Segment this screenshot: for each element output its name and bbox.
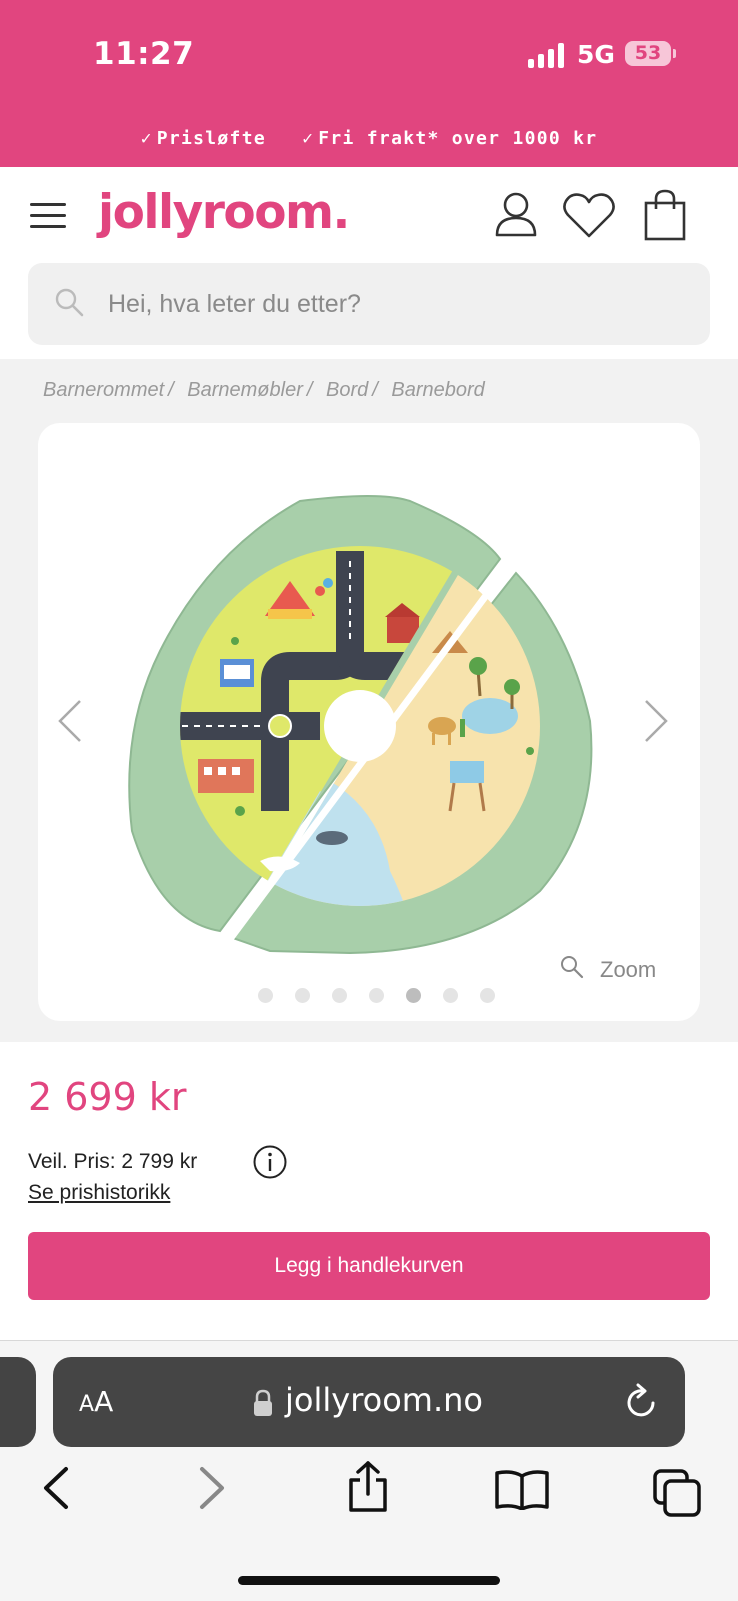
breadcrumb-separator: / [168, 379, 174, 401]
breadcrumb-separator: / [372, 379, 378, 401]
account-icon[interactable] [494, 191, 538, 237]
share-icon[interactable] [346, 1460, 390, 1514]
cart-bag-icon[interactable] [644, 189, 686, 241]
top-banner: 11:27 5G 53 ✓ Prisløfte ✓ Fri frakt* over … [0, 0, 738, 167]
logo[interactable]: jollyroom. [98, 185, 350, 240]
text-size-button[interactable]: AA [79, 1385, 113, 1418]
menu-icon[interactable] [30, 201, 68, 229]
carousel-dot[interactable] [332, 988, 347, 1003]
zoom-icon [561, 956, 584, 979]
network-type: 5G [577, 40, 615, 69]
breadcrumb-item[interactable]: Barnerommet [43, 379, 164, 401]
home-indicator [238, 1576, 500, 1585]
heart-icon[interactable] [562, 193, 616, 239]
url-text: jollyroom.no [285, 1381, 483, 1419]
recommended-price: Veil. Pris: 2 799 kr [28, 1150, 198, 1173]
reload-icon[interactable] [623, 1383, 659, 1421]
battery-tip [673, 49, 676, 58]
carousel-dot-active[interactable] [406, 988, 421, 1003]
status-time: 11:27 [93, 36, 195, 72]
product-image[interactable] [120, 491, 620, 961]
image-carousel: Zoom [38, 423, 700, 1021]
battery-icon: 53 [625, 41, 671, 66]
tabs-icon[interactable] [652, 1468, 702, 1518]
carousel-dot[interactable] [443, 988, 458, 1003]
add-to-cart-button[interactable]: Legg i handlekurven [28, 1232, 710, 1300]
carousel-dot[interactable] [295, 988, 310, 1003]
back-icon[interactable] [40, 1466, 70, 1510]
forward-icon[interactable] [198, 1466, 228, 1510]
checkmark-icon: ✓ [140, 128, 153, 149]
promo-text: Prisløfte [156, 128, 266, 149]
text-size-large: A [94, 1385, 114, 1418]
site-header: jollyroom. [0, 167, 738, 359]
search-icon [55, 288, 84, 317]
carousel-dot[interactable] [480, 988, 495, 1003]
promo-bar: ✓ Prisløfte ✓ Fri frakt* over 1000 kr [0, 128, 738, 149]
previous-tab[interactable] [0, 1357, 36, 1447]
breadcrumb-item[interactable]: Barnebord [391, 379, 484, 401]
breadcrumb-item[interactable]: Barnemøbler [187, 379, 303, 401]
promo-item-free-shipping: ✓ Fri frakt* over 1000 kr [302, 128, 597, 149]
breadcrumb: Barnerommet / Barnemøbler / Bord / Barnebor… [43, 379, 485, 402]
price-history-link[interactable]: Se prishistorikk [28, 1181, 170, 1205]
search-input[interactable] [108, 263, 668, 345]
text-size-small: A [79, 1392, 95, 1417]
product-price: 2 699 kr [28, 1075, 187, 1119]
breadcrumb-separator: / [306, 379, 313, 401]
address-bar[interactable]: AA jollyroom.no [53, 1357, 685, 1447]
promo-text: Fri frakt* over 1000 kr [318, 128, 598, 149]
carousel-dot[interactable] [369, 988, 384, 1003]
promo-item-price-promise: ✓ Prisløfte [141, 128, 266, 149]
lock-icon [254, 1389, 272, 1416]
bookmarks-icon[interactable] [494, 1470, 550, 1510]
breadcrumb-item[interactable]: Bord [326, 379, 368, 401]
checkmark-icon: ✓ [302, 128, 315, 149]
info-icon[interactable] [252, 1144, 288, 1180]
chevron-right-icon[interactable] [642, 699, 670, 743]
signal-icon [528, 42, 566, 68]
product-gallery-section: Barnerommet / Barnemøbler / Bord / Barnebor… [0, 359, 738, 1042]
zoom-label: Zoom [600, 957, 657, 982]
search-bar[interactable] [28, 263, 710, 345]
chevron-left-icon[interactable] [56, 699, 84, 743]
carousel-dot[interactable] [258, 988, 273, 1003]
